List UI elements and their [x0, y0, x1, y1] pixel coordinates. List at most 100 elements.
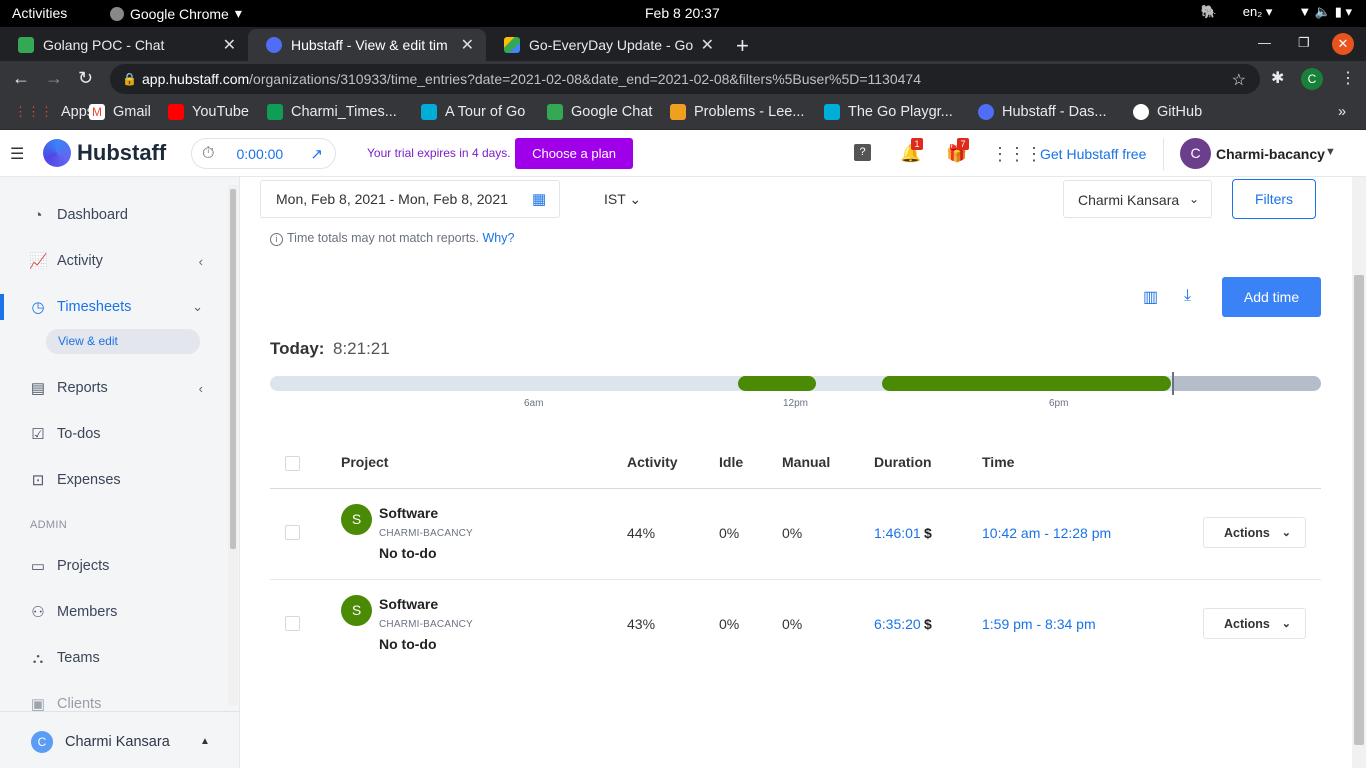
profile-avatar[interactable]: C [1301, 68, 1323, 90]
bookmark-hubstaff-dashboard[interactable]: Hubstaff - Das... [978, 104, 1107, 120]
choose-plan-button[interactable]: Choose a plan [515, 138, 633, 169]
notifications-bell-icon[interactable]: 🔔 1 [900, 138, 923, 164]
pgadmin-icon[interactable]: 🐘 [1201, 4, 1217, 20]
sidebar-item-teams[interactable]: ⛬ Teams [0, 639, 225, 677]
browser-toolbar: ← → ↻ 🔒 app.hubstaff.com/organizations/3… [0, 61, 1366, 97]
minimize-button[interactable]: — [1258, 35, 1271, 50]
address-bar[interactable]: 🔒 app.hubstaff.com/organizations/310933/… [110, 64, 1260, 94]
sidebar-item-members[interactable]: ⚇ Members [0, 593, 225, 631]
bookmark-google-chat[interactable]: Google Chat [547, 104, 652, 120]
project-avatar: S [341, 504, 372, 535]
forward-button[interactable]: → [45, 68, 63, 89]
new-tab-button[interactable]: + [736, 33, 749, 59]
timeline-entry-segment[interactable] [882, 376, 1171, 391]
sidebar-item-projects[interactable]: ▭ Projects [0, 547, 225, 585]
hamburger-menu-icon[interactable]: ☰ [10, 144, 24, 164]
close-tab-icon[interactable]: ✕ [223, 35, 236, 55]
date-range-picker[interactable]: Mon, Feb 8, 2021 - Mon, Feb 8, 2021 [260, 180, 560, 218]
more-bookmarks-icon[interactable]: » [1338, 104, 1346, 120]
google-chat-icon [547, 104, 563, 120]
close-tab-icon[interactable]: ✕ [461, 35, 474, 55]
sidebar-scrollbar-thumb[interactable] [230, 189, 236, 549]
download-icon[interactable]: ⤓ [1184, 287, 1191, 305]
bookmark-charmi-timesheet[interactable]: Charmi_Times... [267, 104, 397, 120]
sidebar: ◔ Dashboard 📈 Activity ‹ ◷ Timesheets ⌄ … [0, 177, 240, 768]
row-checkbox[interactable] [285, 616, 300, 631]
bookmark-go-playground[interactable]: The Go Playgr... [824, 104, 953, 120]
open-timer-arrow-icon[interactable]: ↗ [310, 145, 323, 163]
time-range-link[interactable]: 1:59 pm - 8:34 pm [982, 616, 1096, 632]
hubstaff-logo[interactable]: Hubstaff [43, 139, 166, 167]
sidebar-item-activity[interactable]: 📈 Activity ‹ [0, 242, 225, 280]
manual-cell: 0% [782, 525, 803, 541]
system-status-icons[interactable]: ▼ 🔈 ▮ ▾ [1298, 4, 1352, 20]
today-total: 8:21:21 [333, 339, 390, 358]
chevron-left-icon[interactable]: ‹ [199, 381, 203, 396]
tab-golang-poc-chat[interactable]: Golang POC - Chat ✕ [0, 29, 248, 61]
language-indicator[interactable]: en₂ ▾ [1243, 4, 1273, 20]
bookmark-youtube[interactable]: YouTube [168, 104, 249, 120]
timeline-entry-segment[interactable] [738, 376, 816, 391]
sidebar-item-todos[interactable]: ☑ To-dos [0, 415, 225, 453]
time-range-link[interactable]: 10:42 am - 12:28 pm [982, 525, 1111, 541]
close-window-button[interactable]: ✕ [1332, 33, 1354, 55]
row-actions-button[interactable]: Actions ⌄ [1203, 517, 1306, 548]
user-avatar[interactable]: C [1180, 138, 1211, 169]
page-scrollbar-thumb[interactable] [1354, 275, 1364, 745]
bookmark-star-icon[interactable]: ☆ [1232, 70, 1246, 90]
duration-link[interactable]: 1:46:01 [874, 525, 921, 541]
sidebar-subitem-view-edit[interactable]: View & edit [46, 329, 200, 354]
tab-hubstaff[interactable]: Hubstaff - View & edit tim ✕ [248, 29, 486, 61]
project-name: Software [379, 505, 439, 521]
activities-button[interactable]: Activities [12, 5, 67, 21]
bookmark-tour-of-go[interactable]: A Tour of Go [421, 104, 525, 120]
get-hubstaff-free-link[interactable]: Get Hubstaff free [1040, 146, 1146, 162]
timer-widget[interactable]: ⏱ 0:00:00 ↗ [191, 138, 336, 169]
gift-icon[interactable]: 🎁 7 [946, 138, 969, 164]
today-label: Today: [270, 339, 325, 358]
app-menu[interactable]: Google Chrome ▾ [110, 5, 242, 22]
maximize-button[interactable]: ❐ [1298, 35, 1310, 51]
bookmark-apps[interactable]: ⋮⋮⋮ Apps [14, 104, 94, 120]
columns-icon[interactable]: ▥ [1143, 287, 1158, 307]
sidebar-item-dashboard[interactable]: ◔ Dashboard [0, 196, 225, 234]
user-menu-name[interactable]: Charmi-bacancy [1216, 146, 1325, 162]
user-menu-caret-icon[interactable]: ▼ [1325, 146, 1336, 158]
why-link[interactable]: Why? [482, 231, 514, 245]
sidebar-item-reports[interactable]: ▤ Reports ‹ [0, 369, 225, 407]
chevron-down-icon[interactable]: ⌄ [192, 299, 203, 315]
idle-cell: 0% [719, 525, 740, 541]
duration-link[interactable]: 6:35:20 [874, 616, 921, 632]
back-button[interactable]: ← [12, 68, 30, 89]
close-tab-icon[interactable]: ✕ [701, 35, 714, 55]
chevron-left-icon[interactable]: ‹ [199, 254, 203, 269]
member-select[interactable]: Charmi Kansara ⌄ [1063, 180, 1212, 218]
column-header-time: Time [982, 454, 1015, 470]
lock-icon[interactable]: 🔒 [122, 72, 137, 86]
timezone-select[interactable]: IST ⌄ [604, 191, 641, 208]
sidebar-item-label: Clients [57, 696, 102, 712]
bookmark-github[interactable]: GitHub [1133, 104, 1202, 120]
filters-button[interactable]: Filters [1232, 179, 1316, 219]
sidebar-user-footer[interactable]: C Charmi Kansara ▲ [0, 711, 239, 768]
calendar-icon[interactable]: ▦ [532, 190, 546, 208]
reload-button[interactable]: ↻ [78, 68, 93, 89]
extensions-icon[interactable]: ✱ [1271, 68, 1284, 88]
row-checkbox[interactable] [285, 525, 300, 540]
system-tray[interactable]: 🐘 en₂ ▾ ▼ 🔈 ▮ ▾ [1201, 4, 1352, 20]
sidebar-item-timesheets[interactable]: ◷ Timesheets ⌄ [0, 288, 225, 326]
sidebar-item-label: To-dos [57, 426, 101, 442]
chrome-menu-icon[interactable]: ⋮ [1340, 68, 1356, 88]
help-icon[interactable]: ? [854, 144, 871, 161]
caret-up-icon[interactable]: ▲ [200, 736, 210, 747]
tab-title: Golang POC - Chat [43, 37, 165, 53]
tab-go-everyday-update[interactable]: Go-EveryDay Update - Goo ✕ [486, 29, 726, 61]
sidebar-item-expenses[interactable]: ⊡ Expenses [0, 461, 225, 499]
bookmark-leetcode[interactable]: Problems - Lee... [670, 104, 804, 120]
apps-grid-icon[interactable]: ⋮⋮⋮ [991, 144, 1043, 165]
row-actions-button[interactable]: Actions ⌄ [1203, 608, 1306, 639]
select-all-checkbox[interactable] [285, 456, 300, 471]
bookmark-gmail[interactable]: M Gmail [89, 104, 151, 120]
system-clock[interactable]: Feb 8 20:37 [645, 5, 720, 21]
add-time-button[interactable]: Add time [1222, 277, 1321, 317]
